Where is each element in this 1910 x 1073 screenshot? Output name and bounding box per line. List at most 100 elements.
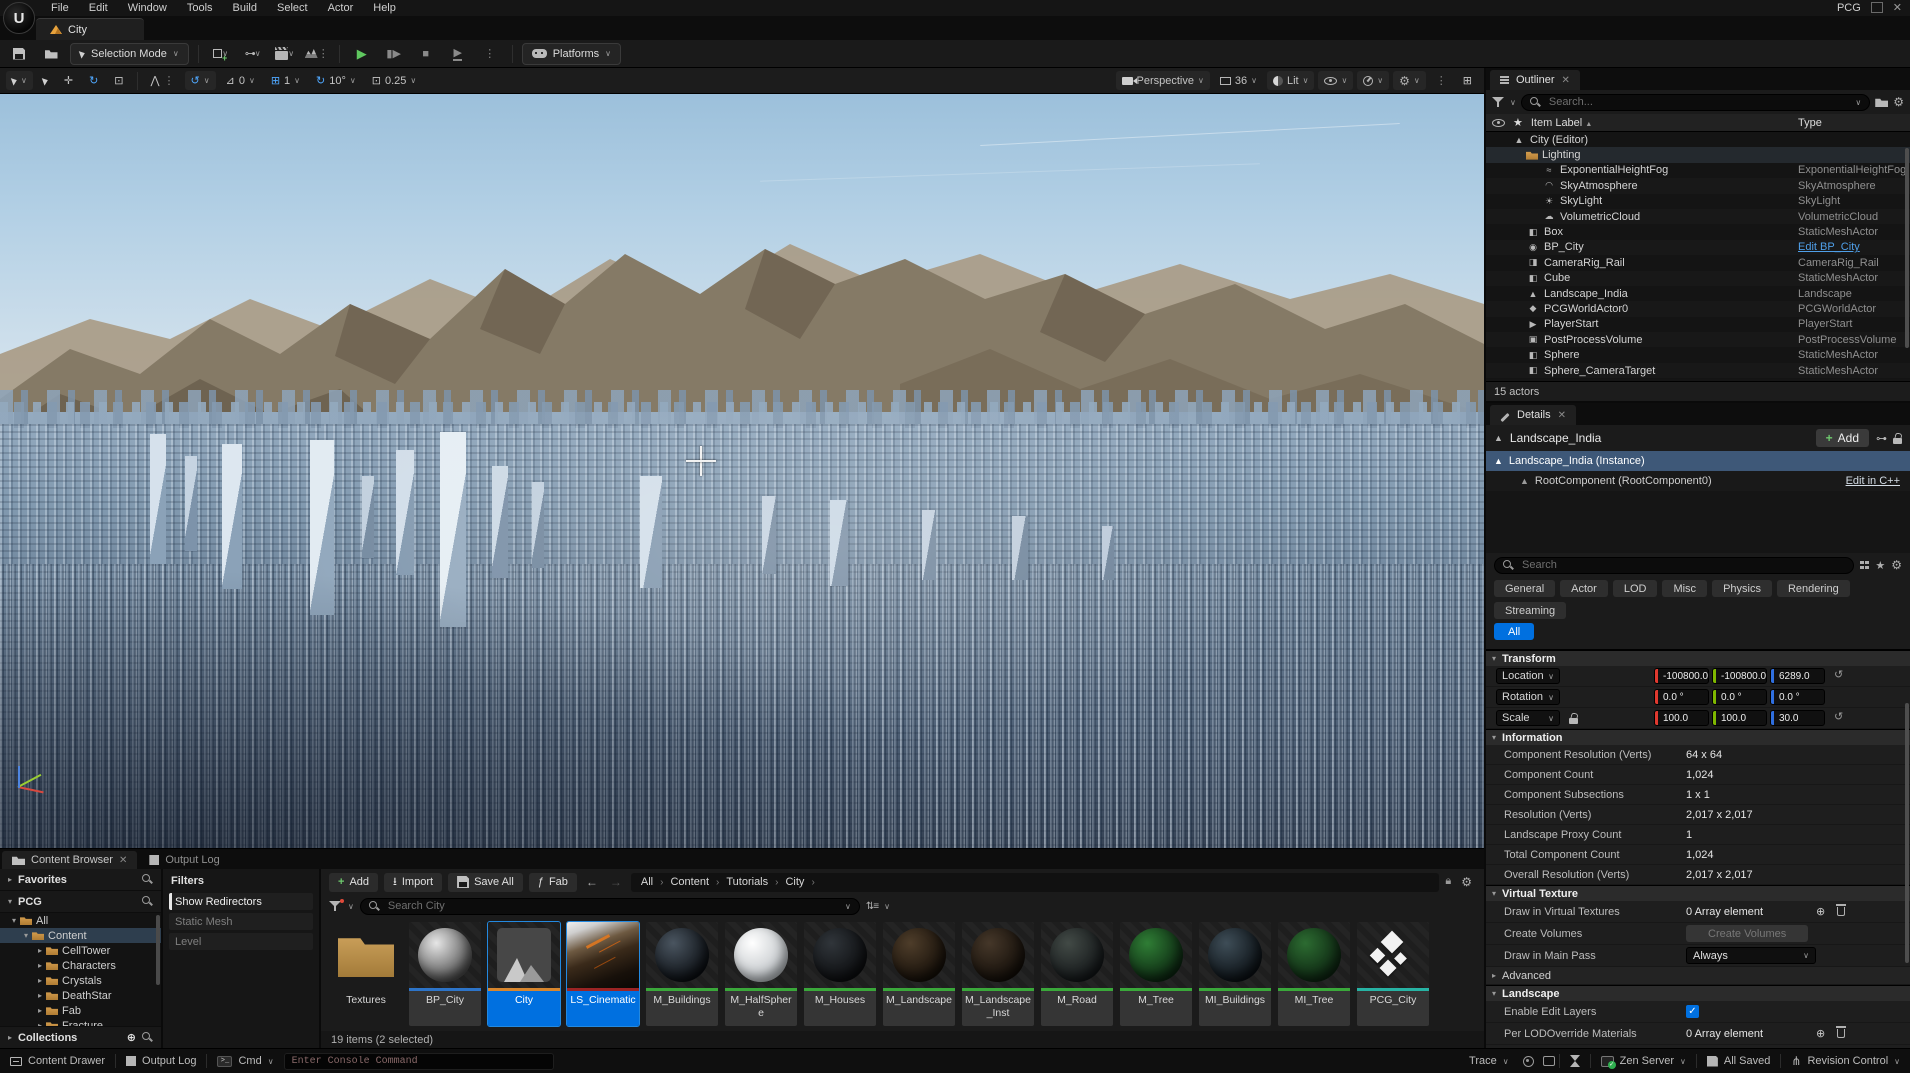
location-z-field[interactable]: 6289.0 (1770, 668, 1825, 684)
outliner-row[interactable]: ◆ PCGWorldActor0 PCGWorldActor (1486, 301, 1910, 317)
menu-item[interactable]: File (42, 1, 78, 15)
outliner-row[interactable]: ◧ Box StaticMeshActor (1486, 224, 1910, 239)
background-tasks-button[interactable] (1560, 1049, 1590, 1073)
revision-control-dropdown[interactable]: ⋔ Revision Control ∨ (1781, 1049, 1910, 1073)
rotate-tool-button[interactable]: ↻ (83, 71, 104, 90)
outliner-row[interactable]: ◉ BP_City Edit BP_City (1486, 239, 1910, 256)
filter-item[interactable]: Level (169, 933, 313, 950)
collections-header[interactable]: ▸ Collections ⊕ (0, 1026, 161, 1048)
add-collection-icon[interactable]: ⊕ (127, 1031, 136, 1044)
tree-item-folder[interactable]: ▸ Fab (0, 1003, 161, 1018)
asset-tile[interactable]: M_Tree (1119, 921, 1193, 1027)
advanced-expander[interactable]: ▸ Advanced (1486, 967, 1910, 985)
breadcrumb-item[interactable]: City (785, 876, 804, 888)
component-row-root[interactable]: ▲ RootComponent (RootComponent0) Edit in… (1486, 471, 1910, 491)
scale-z-field[interactable]: 30.0 (1770, 710, 1825, 726)
tab-outliner[interactable]: Outliner ✕ (1490, 70, 1580, 90)
source-control-saved-button[interactable]: All Saved (1697, 1049, 1780, 1073)
favorites-header[interactable]: ▸ Favorites (0, 869, 161, 891)
viewport-settings-dropdown[interactable]: ⚙ ∨ (1393, 71, 1426, 90)
menu-item[interactable]: Edit (80, 1, 117, 15)
screenshot-icon[interactable] (1542, 1056, 1555, 1066)
play-options-button[interactable]: ⋮ (477, 43, 503, 65)
scale-x-field[interactable]: 100.0 (1654, 710, 1709, 726)
scale-tool-button[interactable]: ⊡ (108, 71, 129, 90)
pcg-sources-header[interactable]: ▾ PCG (0, 891, 161, 913)
camera-speed-dropdown[interactable]: 36 ∨ (1214, 71, 1263, 90)
fab-button[interactable]: ƒ Fab (528, 872, 577, 892)
filter-funnel-icon[interactable] (1492, 97, 1505, 107)
sort-options-icon[interactable]: ⇅≡ (866, 901, 879, 912)
filter-pill[interactable]: Physics (1712, 580, 1772, 597)
rotation-y-field[interactable]: 0.0 ° (1712, 689, 1767, 705)
reset-location-icon[interactable]: ↺ (1834, 668, 1843, 684)
asset-tile[interactable]: PCG_City (1356, 921, 1430, 1027)
asset-tile[interactable]: M_Buildings (645, 921, 719, 1027)
tab-content-browser[interactable]: Content Browser ✕ (2, 851, 138, 869)
scale-snap-dropdown[interactable]: ⊡ 0.25 ∨ (366, 71, 423, 90)
outliner-row[interactable]: ◧ Sphere StaticMeshActor (1486, 347, 1910, 362)
transform-extras-button[interactable]: ⋀ ⋮ (145, 71, 181, 90)
pcg-menu[interactable]: PCG (1837, 2, 1861, 14)
gear-icon[interactable]: ⚙ (1891, 558, 1902, 572)
location-x-field[interactable]: -100800.0 (1654, 668, 1709, 684)
filter-pill[interactable]: General (1494, 580, 1556, 597)
show-flags-dropdown[interactable]: ∨ (1318, 71, 1354, 90)
frame-skip-button[interactable]: ▮▶ (381, 43, 407, 65)
reset-scale-icon[interactable]: ↺ (1834, 710, 1843, 726)
outliner-row[interactable]: ◠ SkyAtmosphere SkyAtmosphere (1486, 178, 1910, 194)
outliner-row[interactable]: ◨ CameraRig_Rail CameraRig_Rail (1486, 255, 1910, 270)
back-button[interactable]: ← (583, 875, 601, 889)
eject-button[interactable]: ▶ (445, 43, 471, 65)
scale-dropdown[interactable]: Scale ∨ (1496, 710, 1560, 726)
zen-server-dropdown[interactable]: Zen Server ∨ (1591, 1049, 1696, 1073)
level-tab-city[interactable]: City (36, 18, 144, 40)
tab-output-log[interactable]: Output Log (139, 851, 229, 869)
outliner-row[interactable]: ☀ SkyLight SkyLight (1486, 194, 1910, 209)
menu-item[interactable]: Window (119, 1, 176, 15)
item-label-column[interactable]: Item Label ▲ (1531, 117, 1592, 129)
cmd-dropdown[interactable]: >_ Cmd ∨ (207, 1049, 283, 1073)
outliner-row[interactable]: Lighting (1486, 147, 1910, 163)
filter-pill-all[interactable]: All (1494, 623, 1535, 640)
add-component-button[interactable]: + Add (1815, 429, 1869, 447)
surface-snap-dropdown[interactable]: ⊿ 0 ∨ (220, 71, 261, 90)
filter-item[interactable]: Show Redirectors (169, 893, 313, 910)
component-row-instance[interactable]: ▲ Landscape_India (Instance) (1486, 451, 1910, 471)
outliner-row[interactable]: ▲ Landscape_India Landscape (1486, 286, 1910, 301)
outliner-row[interactable]: ◧ Sphere_CameraTarget StaticMeshActor (1486, 362, 1910, 379)
breadcrumb-item[interactable]: All (641, 876, 653, 888)
output-log-button[interactable]: Output Log (116, 1049, 206, 1073)
forward-button[interactable]: → (607, 875, 625, 889)
visibility-column-icon[interactable] (1492, 118, 1505, 127)
asset-tile[interactable]: BP_City (408, 921, 482, 1027)
lock-sources-icon[interactable]: 🔒︎ (1445, 875, 1451, 889)
unlock-icon[interactable] (1893, 437, 1902, 444)
view-mode-dropdown[interactable]: Lit ∨ (1266, 71, 1315, 90)
outliner-row[interactable]: ▲ City (Editor) (1486, 132, 1910, 147)
platforms-dropdown[interactable]: Platforms ∨ (521, 42, 622, 65)
dial-settings-dropdown[interactable]: ∨ (1357, 71, 1390, 90)
outliner-row[interactable]: ▶ PlayerStart PlayerStart (1486, 317, 1910, 332)
location-y-field[interactable]: -100800.0 (1712, 668, 1767, 684)
insights-icon[interactable] (1522, 1055, 1534, 1067)
select-tool-button[interactable] (37, 71, 54, 90)
cinematics-dropdown[interactable]: ∨ (272, 43, 298, 65)
filter-item[interactable]: Static Mesh (169, 913, 313, 930)
close-icon[interactable]: ✕ (1893, 1, 1902, 14)
add-button[interactable]: + Add (329, 872, 379, 892)
play-button[interactable]: ▶ (349, 43, 375, 65)
edit-layers-checkbox[interactable]: ✓ (1686, 1005, 1699, 1018)
trash-icon[interactable] (1836, 904, 1847, 916)
editor-mode-dropdown[interactable]: Selection Mode ∨ (70, 42, 189, 65)
tree-item-folder[interactable]: ▸ Crystals (0, 973, 161, 988)
browse-content-button[interactable] (38, 43, 64, 65)
asset-tile[interactable]: MI_Tree (1277, 921, 1351, 1027)
stop-button[interactable]: ■ (413, 43, 439, 65)
asset-tile[interactable]: M_Houses (803, 921, 877, 1027)
outliner-row[interactable]: ≈ ExponentialHeightFog ExponentialHeight… (1486, 163, 1910, 178)
asset-tile[interactable]: M_Landscape_Inst (961, 921, 1035, 1027)
filter-pill[interactable]: LOD (1612, 580, 1658, 597)
viewport-options-button[interactable]: ⋮ (1430, 71, 1453, 90)
console-command-input[interactable] (283, 1052, 554, 1070)
